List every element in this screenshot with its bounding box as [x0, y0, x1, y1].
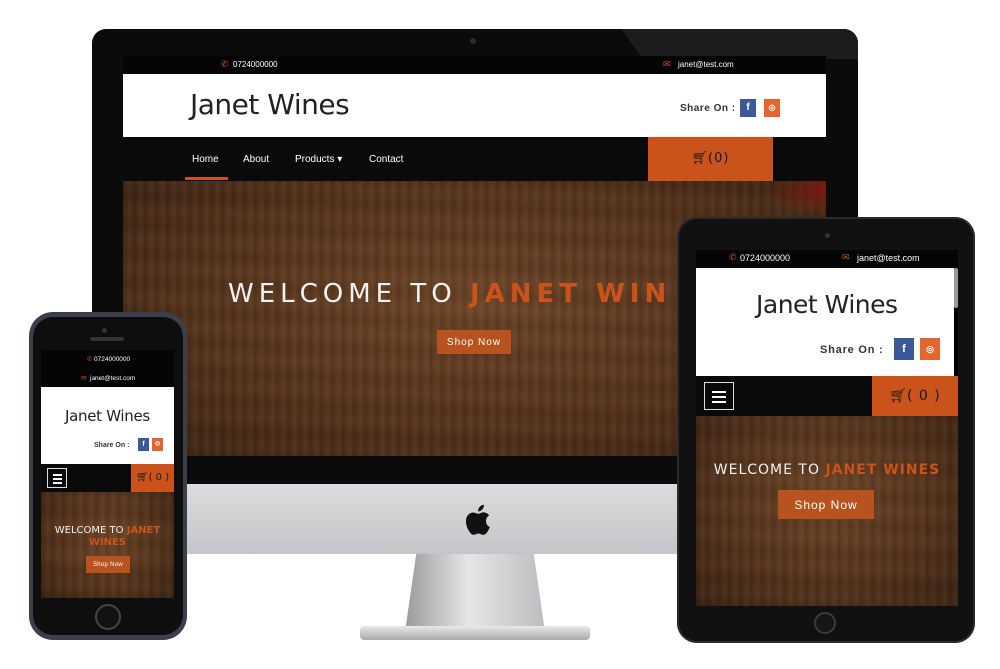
- cart-button[interactable]: 🛒︎( 0 ): [872, 376, 958, 416]
- site-logo[interactable]: Janet Wines: [41, 407, 174, 425]
- topbar-email[interactable]: janet@test.com: [678, 60, 734, 69]
- nav-active-underline: [185, 177, 228, 180]
- shop-now-button[interactable]: Shop Now: [86, 556, 130, 573]
- hero-heading: WELCOME TO JANET WIN: [228, 279, 671, 309]
- apple-logo-icon: [460, 502, 492, 538]
- cart-count: ( 0 ): [148, 472, 170, 483]
- phone-icon: ✆: [221, 59, 229, 69]
- site-logo[interactable]: Janet Wines: [190, 88, 350, 121]
- topbar-email[interactable]: janet@test.com: [857, 253, 920, 263]
- main-nav: 🛒︎( 0 ): [41, 464, 174, 492]
- scrollbar[interactable]: [954, 268, 958, 308]
- instagram-icon[interactable]: ◎: [152, 438, 163, 451]
- hamburger-menu-icon[interactable]: [47, 468, 67, 488]
- iphone-camera: [102, 328, 107, 333]
- hero-welcome: WELCOME TO: [54, 525, 124, 536]
- share-label: Share On :: [94, 442, 130, 449]
- nav-item-products[interactable]: Products ▾: [295, 154, 342, 165]
- phone-icon: ✆: [87, 356, 93, 363]
- iphone-screen: ✆ 0724000000 ✉ janet@test.com Janet Wine…: [41, 350, 174, 598]
- site-header: Janet Wines Share On : f ◎: [41, 387, 174, 464]
- hero-heading: WELCOME TO JANET WINES: [41, 525, 174, 549]
- topbar-phone[interactable]: 0724000000: [233, 60, 278, 69]
- hamburger-menu-icon[interactable]: [704, 382, 734, 410]
- nav-item-home[interactable]: Home: [192, 154, 219, 165]
- envelope-icon: ✉: [663, 59, 671, 69]
- facebook-icon[interactable]: f: [740, 99, 756, 117]
- facebook-icon[interactable]: f: [138, 438, 149, 451]
- topbar: ✆ 0724000000 ✉ janet@test.com: [696, 250, 958, 268]
- hero-welcome: WELCOME TO: [228, 279, 457, 309]
- topbar-phone[interactable]: 0724000000: [740, 253, 790, 263]
- iphone-speaker: [90, 337, 124, 341]
- hero-banner: WELCOME TO JANET WINES Shop Now: [696, 416, 958, 606]
- hero-welcome: WELCOME TO: [713, 462, 820, 478]
- hero-brand-line2: WINES: [88, 537, 127, 548]
- topbar-phone[interactable]: 0724000000: [94, 356, 130, 363]
- bezel-reflection: [621, 29, 858, 59]
- shop-now-button[interactable]: Shop Now: [437, 330, 511, 354]
- nav-item-contact[interactable]: Contact: [369, 154, 403, 165]
- cart-icon: 🛒︎: [135, 472, 149, 483]
- site-header: Janet Wines Share On : f ◎: [123, 74, 826, 137]
- ipad-home-button: [814, 612, 836, 634]
- hero-brand: JANET WINES: [825, 462, 941, 478]
- ipad-screen: ✆ 0724000000 ✉ janet@test.com Janet Wine…: [696, 250, 958, 606]
- main-nav: 🛒︎( 0 ): [696, 376, 958, 416]
- main-nav: Home About Products ▾ Contact 🛒︎(0): [123, 137, 826, 181]
- imac-base: [360, 626, 590, 640]
- instagram-icon[interactable]: ◎: [920, 338, 940, 360]
- hero-heading: WELCOME TO JANET WINES: [696, 462, 958, 478]
- site-header: Janet Wines Share On : f ◎: [696, 268, 954, 376]
- topbar-email[interactable]: janet@test.com: [90, 375, 135, 382]
- ipad-camera: [825, 233, 830, 238]
- hero-banner: WELCOME TO JANET WINES Shop Now: [41, 492, 174, 598]
- facebook-icon[interactable]: f: [894, 338, 914, 360]
- cart-count: (0): [708, 151, 730, 166]
- nav-item-about[interactable]: About: [243, 154, 269, 165]
- imac-stand: [405, 554, 545, 632]
- cart-icon: 🛒︎: [691, 151, 709, 166]
- envelope-icon: ✉: [81, 375, 87, 382]
- cart-icon: 🛒︎: [889, 388, 908, 404]
- cart-button[interactable]: 🛒︎(0): [648, 137, 773, 181]
- phone-icon: ✆: [729, 252, 737, 262]
- cart-button[interactable]: 🛒︎( 0 ): [131, 464, 174, 492]
- topbar: ✆ 0724000000 ✉ janet@test.com: [41, 350, 174, 387]
- site-logo[interactable]: Janet Wines: [756, 290, 898, 319]
- iphone-home-button: [95, 604, 121, 630]
- share-label: Share On :: [680, 103, 736, 114]
- hero-brand: JANET: [126, 525, 161, 536]
- share-label: Share On :: [820, 344, 884, 356]
- cart-count: ( 0 ): [907, 388, 941, 404]
- hero-bottle-edge: [766, 181, 826, 216]
- envelope-icon: ✉: [842, 252, 850, 262]
- instagram-icon[interactable]: ◎: [764, 99, 780, 117]
- hero-brand: JANET WIN: [469, 279, 672, 309]
- shop-now-button[interactable]: Shop Now: [778, 490, 874, 519]
- topbar: ✆ 0724000000 ✉ janet@test.com: [123, 56, 826, 74]
- imac-camera: [470, 38, 476, 44]
